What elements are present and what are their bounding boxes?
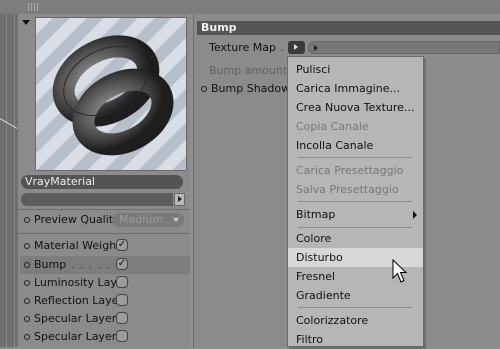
texture-map-menu-button[interactable] xyxy=(288,41,305,54)
slider-play-button[interactable] xyxy=(174,193,185,206)
divider xyxy=(18,209,190,210)
material-preview[interactable] xyxy=(35,17,187,171)
bullet-icon xyxy=(24,217,30,223)
bump-header: Bump xyxy=(197,21,500,35)
layer-label: Specular Layer 2 xyxy=(34,330,127,343)
bullet-icon xyxy=(24,298,30,304)
preview-quality-row: Preview Quality xyxy=(24,212,120,228)
bump-amount-label: Bump amount xyxy=(209,64,288,77)
preview-quality-value: Medium xyxy=(119,213,163,226)
preview-quality-label: Preview Quality xyxy=(34,213,120,226)
menu-separator xyxy=(298,157,412,158)
layer-checkbox[interactable] xyxy=(116,312,128,324)
viewport-grid-line xyxy=(14,14,15,347)
bullet-icon xyxy=(24,243,30,249)
layer-checkbox[interactable] xyxy=(116,276,128,288)
dropdown-arrow-icon xyxy=(173,218,179,222)
top-strip xyxy=(0,0,500,14)
layer-label: Material Weight xyxy=(34,239,121,252)
collapse-arrow-icon[interactable] xyxy=(22,20,30,25)
menu-item-crea-nuova-texture[interactable]: Crea Nuova Texture... xyxy=(288,98,423,117)
bullet-icon xyxy=(24,334,30,340)
menu-item-carica-immagine[interactable]: Carica Immagine... xyxy=(288,79,423,98)
menu-item-salva-presettaggio[interactable]: Salva Presettaggio xyxy=(288,180,423,199)
bump-shadows-row: Bump Shadows xyxy=(201,82,296,96)
torus-knot-preview-icon xyxy=(52,35,174,156)
menu-separator xyxy=(298,307,412,308)
texture-context-menu: Pulisci Carica Immagine... Crea Nuova Te… xyxy=(287,56,424,347)
menu-item-bitmap-label: Bitmap xyxy=(296,208,336,221)
layer-bump[interactable]: Bump . . . . . . . ✓ xyxy=(20,256,190,274)
bump-shadows-label: Bump Shadows xyxy=(211,82,296,95)
material-name-field[interactable]: VrayMaterial xyxy=(21,175,183,189)
layer-label: Reflection Layer xyxy=(34,294,123,307)
menu-item-copia-canale[interactable]: Copia Canale xyxy=(288,117,423,136)
menu-item-carica-presettaggio[interactable]: Carica Presettaggio xyxy=(288,161,423,180)
menu-separator xyxy=(298,201,412,202)
bullet-icon xyxy=(24,262,30,268)
submenu-arrow-icon xyxy=(413,211,417,219)
preview-slider[interactable] xyxy=(21,193,173,206)
bullet-icon xyxy=(201,86,207,92)
menu-item-pulisci[interactable]: Pulisci xyxy=(288,60,423,79)
grip-icon[interactable] xyxy=(28,3,39,11)
layer-checkbox[interactable]: ✓ xyxy=(116,258,128,270)
layer-label: Bump xyxy=(34,258,67,271)
preview-quality-dropdown[interactable]: Medium xyxy=(112,213,184,227)
layer-specular-1[interactable]: Specular Layer 1 xyxy=(20,310,190,328)
menu-item-gradiente[interactable]: Gradiente xyxy=(288,286,423,305)
layer-label: Luminosity Layer xyxy=(34,276,129,289)
layer-reflection[interactable]: Reflection Layer xyxy=(20,292,190,310)
layer-specular-2[interactable]: Specular Layer 2 xyxy=(20,328,190,346)
menu-item-bitmap[interactable]: Bitmap xyxy=(288,205,423,224)
bullet-icon xyxy=(24,280,30,286)
menu-item-filtro[interactable]: Filtro xyxy=(288,330,423,349)
viewport-edge xyxy=(0,14,18,347)
layer-checkbox[interactable]: ✓ xyxy=(116,239,128,251)
layer-label: Specular Layer 1 xyxy=(34,312,127,325)
mouse-cursor-icon xyxy=(392,259,408,283)
texture-map-field[interactable] xyxy=(308,41,500,54)
layer-luminosity[interactable]: Luminosity Layer xyxy=(20,274,190,292)
layer-material-weight[interactable]: Material Weight ✓ xyxy=(20,237,190,255)
menu-item-colore[interactable]: Colore xyxy=(288,229,423,248)
viewport-grid-line xyxy=(6,14,7,347)
menu-item-incolla-canale[interactable]: Incolla Canale xyxy=(288,136,423,155)
bullet-icon xyxy=(24,316,30,322)
divider xyxy=(18,233,190,234)
menu-separator xyxy=(298,227,412,228)
menu-item-colorizzatore[interactable]: Colorizzatore xyxy=(288,311,423,330)
layer-checkbox[interactable] xyxy=(116,330,128,342)
layer-checkbox[interactable] xyxy=(116,294,128,306)
